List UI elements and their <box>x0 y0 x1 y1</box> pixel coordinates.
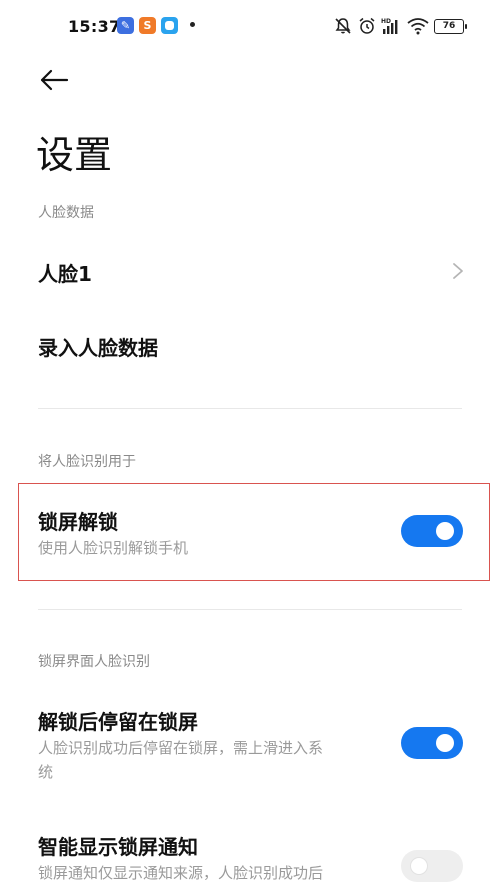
svg-text:HD: HD <box>381 18 391 25</box>
section-header-lockscreen: 锁屏界面人脸识别 <box>38 654 150 670</box>
notification-dot-icon <box>190 22 195 27</box>
note-app-icon: ✎ <box>117 17 134 34</box>
divider <box>38 609 462 610</box>
back-arrow-icon <box>40 69 69 91</box>
mute-icon <box>335 18 351 34</box>
section-header-use-for: 将人脸识别用于 <box>38 454 136 470</box>
stay-on-lock-subtitle-line1: 人脸识别成功后停留在锁屏，需上滑进入系 <box>38 739 324 757</box>
face1-label: 人脸1 <box>38 262 92 286</box>
wifi-icon <box>407 18 429 35</box>
enroll-face-label: 录入人脸数据 <box>38 336 158 360</box>
hd-signal-icon: HD <box>381 18 398 34</box>
smart-notify-toggle[interactable] <box>401 850 463 882</box>
chevron-right-icon <box>453 263 463 279</box>
alarm-icon <box>359 17 375 34</box>
enroll-face-row[interactable]: 录入人脸数据 <box>0 314 500 378</box>
toggle-knob <box>410 857 428 875</box>
stay-on-lock-subtitle-line2: 统 <box>38 763 54 781</box>
lock-unlock-subtitle: 使用人脸识别解锁手机 <box>38 539 189 557</box>
page-title: 设置 <box>36 133 113 177</box>
back-button[interactable] <box>34 62 74 98</box>
status-bar: 15:37 ✎ S HD 76 <box>0 0 500 56</box>
smart-notify-subtitle-line1: 锁屏通知仅显示通知来源，人脸识别成功后 <box>38 864 324 882</box>
lock-unlock-toggle[interactable] <box>401 515 463 547</box>
lock-unlock-title: 锁屏解锁 <box>38 510 118 534</box>
divider <box>38 408 462 409</box>
s-app-icon: S <box>139 17 156 34</box>
battery-icon: 76 <box>434 19 467 34</box>
stay-on-lock-toggle[interactable] <box>401 727 463 759</box>
square-app-icon <box>161 17 178 34</box>
status-time: 15:37 <box>68 17 121 36</box>
toggle-knob <box>436 734 454 752</box>
section-header-face-data: 人脸数据 <box>38 205 94 221</box>
smart-notify-title: 智能显示锁屏通知 <box>38 835 198 859</box>
face1-row[interactable]: 人脸1 <box>0 238 500 302</box>
toggle-knob <box>436 522 454 540</box>
stay-on-lock-title: 解锁后停留在锁屏 <box>38 710 198 734</box>
